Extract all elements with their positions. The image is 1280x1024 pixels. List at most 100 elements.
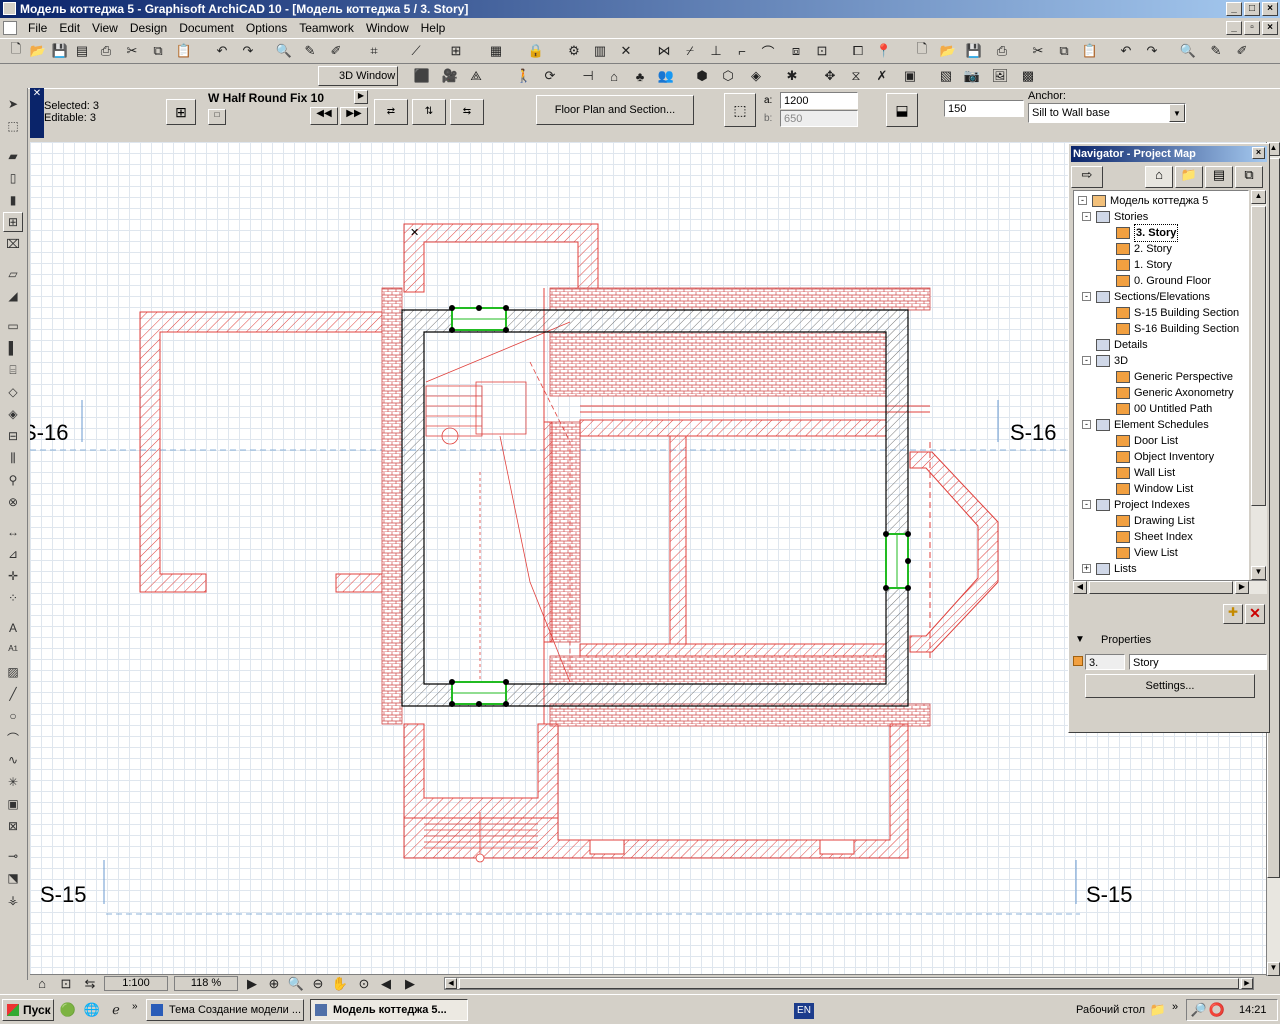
camera-icon[interactable]: 🎥 — [440, 66, 460, 86]
section-label-s15-right[interactable]: S-15 — [1086, 882, 1132, 908]
properties-expander-icon[interactable]: ▼ — [1075, 634, 1085, 645]
menu-view[interactable]: View — [86, 21, 124, 35]
scroll-right-button[interactable]: ▶ — [1235, 581, 1249, 594]
navigator-publish-icon[interactable]: ⇨ — [1071, 166, 1103, 188]
tree-item-generic-perspective[interactable]: Generic Perspective — [1116, 369, 1233, 385]
cursor-snap-icon[interactable]: ⊞ — [446, 41, 466, 61]
previous-zoom-icon[interactable]: ◀ — [376, 975, 396, 992]
print-icon[interactable]: ⎙ — [96, 41, 116, 61]
walk-icon[interactable]: 🚶 — [514, 66, 534, 86]
doc-minimize-button[interactable]: _ — [1226, 21, 1242, 35]
explode-icon[interactable]: ✥ — [820, 66, 840, 86]
tree-scroll-thumb[interactable] — [1251, 206, 1266, 506]
section-icon[interactable]: ⊣ — [578, 66, 598, 86]
window-tool-selected-icon[interactable]: ⊞ — [3, 212, 23, 232]
label-tool-icon[interactable]: ᴬ¹ — [3, 640, 23, 660]
save-icon-2[interactable]: 💾 — [964, 41, 984, 61]
object-next-button[interactable]: ▶ — [354, 90, 368, 104]
tree-icon[interactable]: ♣ — [630, 66, 650, 86]
tree-item-generic-axonometry[interactable]: Generic Axonometry — [1116, 385, 1234, 401]
3d-window-button[interactable]: 3D Window — [318, 66, 398, 86]
layers-icon[interactable]: ▥ — [590, 41, 610, 61]
tree-item-lists[interactable]: + Lists — [1082, 561, 1137, 577]
spline-tool-icon[interactable]: ∿ — [3, 750, 23, 770]
hscroll-left-button[interactable]: ◀ — [445, 978, 457, 989]
publisher-tab-icon[interactable]: ⧉ — [1235, 166, 1263, 188]
photo-icon[interactable]: 📷 — [962, 66, 982, 86]
shell-tool-icon[interactable]: ◈ — [3, 404, 23, 424]
scroll-left-button[interactable]: ◀ — [1073, 581, 1087, 594]
tree-item-wall-list[interactable]: Wall List — [1116, 465, 1175, 481]
door-tool-icon[interactable]: ▯ — [3, 168, 23, 188]
paste-icon[interactable]: 📋 — [174, 41, 194, 61]
fit-window-icon[interactable]: ⊙ — [354, 975, 374, 992]
adjust-icon[interactable]: ⊥ — [706, 41, 726, 61]
tree-hscrollbar[interactable]: ◀ ▶ — [1073, 580, 1267, 594]
app-icon[interactable] — [3, 2, 16, 15]
tree-item-view-list[interactable]: View List — [1116, 545, 1178, 561]
tree-item-details[interactable]: Details — [1096, 337, 1148, 353]
hotspot-tool-icon[interactable]: ✳ — [3, 772, 23, 792]
plot-icon[interactable]: ▤ — [72, 41, 92, 61]
orientation-toggle[interactable]: ⇆ — [450, 99, 484, 125]
arrow-tool-icon[interactable]: ➤ — [3, 94, 23, 114]
lock-icon[interactable]: 🔒 — [526, 41, 546, 61]
tray-red-icon[interactable]: ⭕ — [1207, 1000, 1227, 1020]
roof-tool-icon[interactable]: ◢ — [3, 286, 23, 306]
cut-icon-2[interactable]: ✂ — [1028, 41, 1048, 61]
section-label-s16-left[interactable]: S-16 — [30, 420, 68, 446]
width-field[interactable]: 1200 — [780, 92, 858, 109]
document-icon[interactable] — [3, 21, 17, 35]
marquee-tool-icon[interactable]: ⬚ — [3, 116, 23, 136]
worksheet-tool-icon[interactable]: ⚶ — [3, 890, 23, 910]
maximize-button[interactable]: □ — [1244, 2, 1260, 16]
undo-icon-2[interactable]: ↶ — [1116, 41, 1136, 61]
quicklaunch-green-icon[interactable]: 🟢 — [58, 1000, 78, 1020]
save-icon[interactable]: 💾 — [50, 41, 70, 61]
picture-tool-icon[interactable]: ▣ — [3, 794, 23, 814]
tree-item-door-list[interactable]: Door List — [1116, 433, 1178, 449]
line-tool-icon[interactable]: ╱ — [3, 684, 23, 704]
story-name-field[interactable]: Story — [1129, 654, 1267, 670]
light-icon[interactable]: ✱ — [782, 66, 802, 86]
story-number-field[interactable]: 3. — [1085, 654, 1125, 670]
zone-tool-icon[interactable]: ⚲ — [3, 470, 23, 490]
menu-options[interactable]: Options — [240, 21, 293, 35]
tree-item-drawing-list[interactable]: Drawing List — [1116, 513, 1195, 529]
elevation-tool-icon[interactable]: ✛ — [3, 566, 23, 586]
taskbar-archicad[interactable]: Модель коттеджа 5... — [310, 999, 468, 1021]
cross-icon[interactable]: ✕ — [616, 41, 636, 61]
eyedropper-icon[interactable]: ✎ — [300, 41, 320, 61]
connect-icon[interactable]: ⧖ — [846, 66, 866, 86]
house-icon[interactable]: ⌂ — [604, 66, 624, 86]
start-button[interactable]: Пуск — [2, 999, 54, 1021]
section-label-s15-left[interactable]: S-15 — [40, 882, 86, 908]
close-button[interactable]: × — [1262, 2, 1278, 16]
tree-collapse-icon[interactable]: - — [1082, 420, 1091, 429]
syringe-icon-2[interactable]: ✐ — [1232, 41, 1252, 61]
horizontal-scrollbar[interactable]: ◀ ▶ — [444, 977, 1254, 990]
tree-collapse-icon[interactable]: - — [1082, 356, 1091, 365]
floor-plan-section-button[interactable]: Floor Plan and Section... — [536, 95, 694, 125]
sill-height-field[interactable]: 150 — [944, 100, 1024, 117]
resize-icon[interactable]: ⊡ — [812, 41, 832, 61]
zoom-readout[interactable]: 118 % — [174, 976, 238, 991]
layout-book-tab-icon[interactable]: ▤ — [1205, 166, 1233, 188]
object-settings-button[interactable]: □ — [208, 109, 226, 125]
tree-vscrollbar[interactable]: ▲ ▼ — [1251, 190, 1267, 580]
fillet-icon[interactable]: ⌒ — [758, 41, 778, 61]
menu-help[interactable]: Help — [415, 21, 452, 35]
doc-close-button[interactable]: × — [1262, 21, 1278, 35]
image-icon[interactable]: 🖼 — [990, 66, 1010, 86]
tree-collapse-icon[interactable]: - — [1082, 292, 1091, 301]
desktop-folder-icon[interactable]: 📁 — [1148, 1000, 1168, 1020]
object-tool-icon[interactable]: ⌧ — [3, 234, 23, 254]
window-tool-icon[interactable]: ⊞ — [166, 99, 196, 125]
tree-item-sections-elevations[interactable]: - Sections/Elevations — [1082, 289, 1210, 305]
next-zoom-icon[interactable]: ▶ — [400, 975, 420, 992]
intersect-icon[interactable]: ⋈ — [654, 41, 674, 61]
navigator-close-icon[interactable]: × — [1252, 147, 1265, 159]
copy-icon[interactable]: ⧉ — [148, 41, 168, 61]
open-file-icon-2[interactable]: 📂 — [938, 41, 958, 61]
trace-icon[interactable]: ⚙ — [564, 41, 584, 61]
